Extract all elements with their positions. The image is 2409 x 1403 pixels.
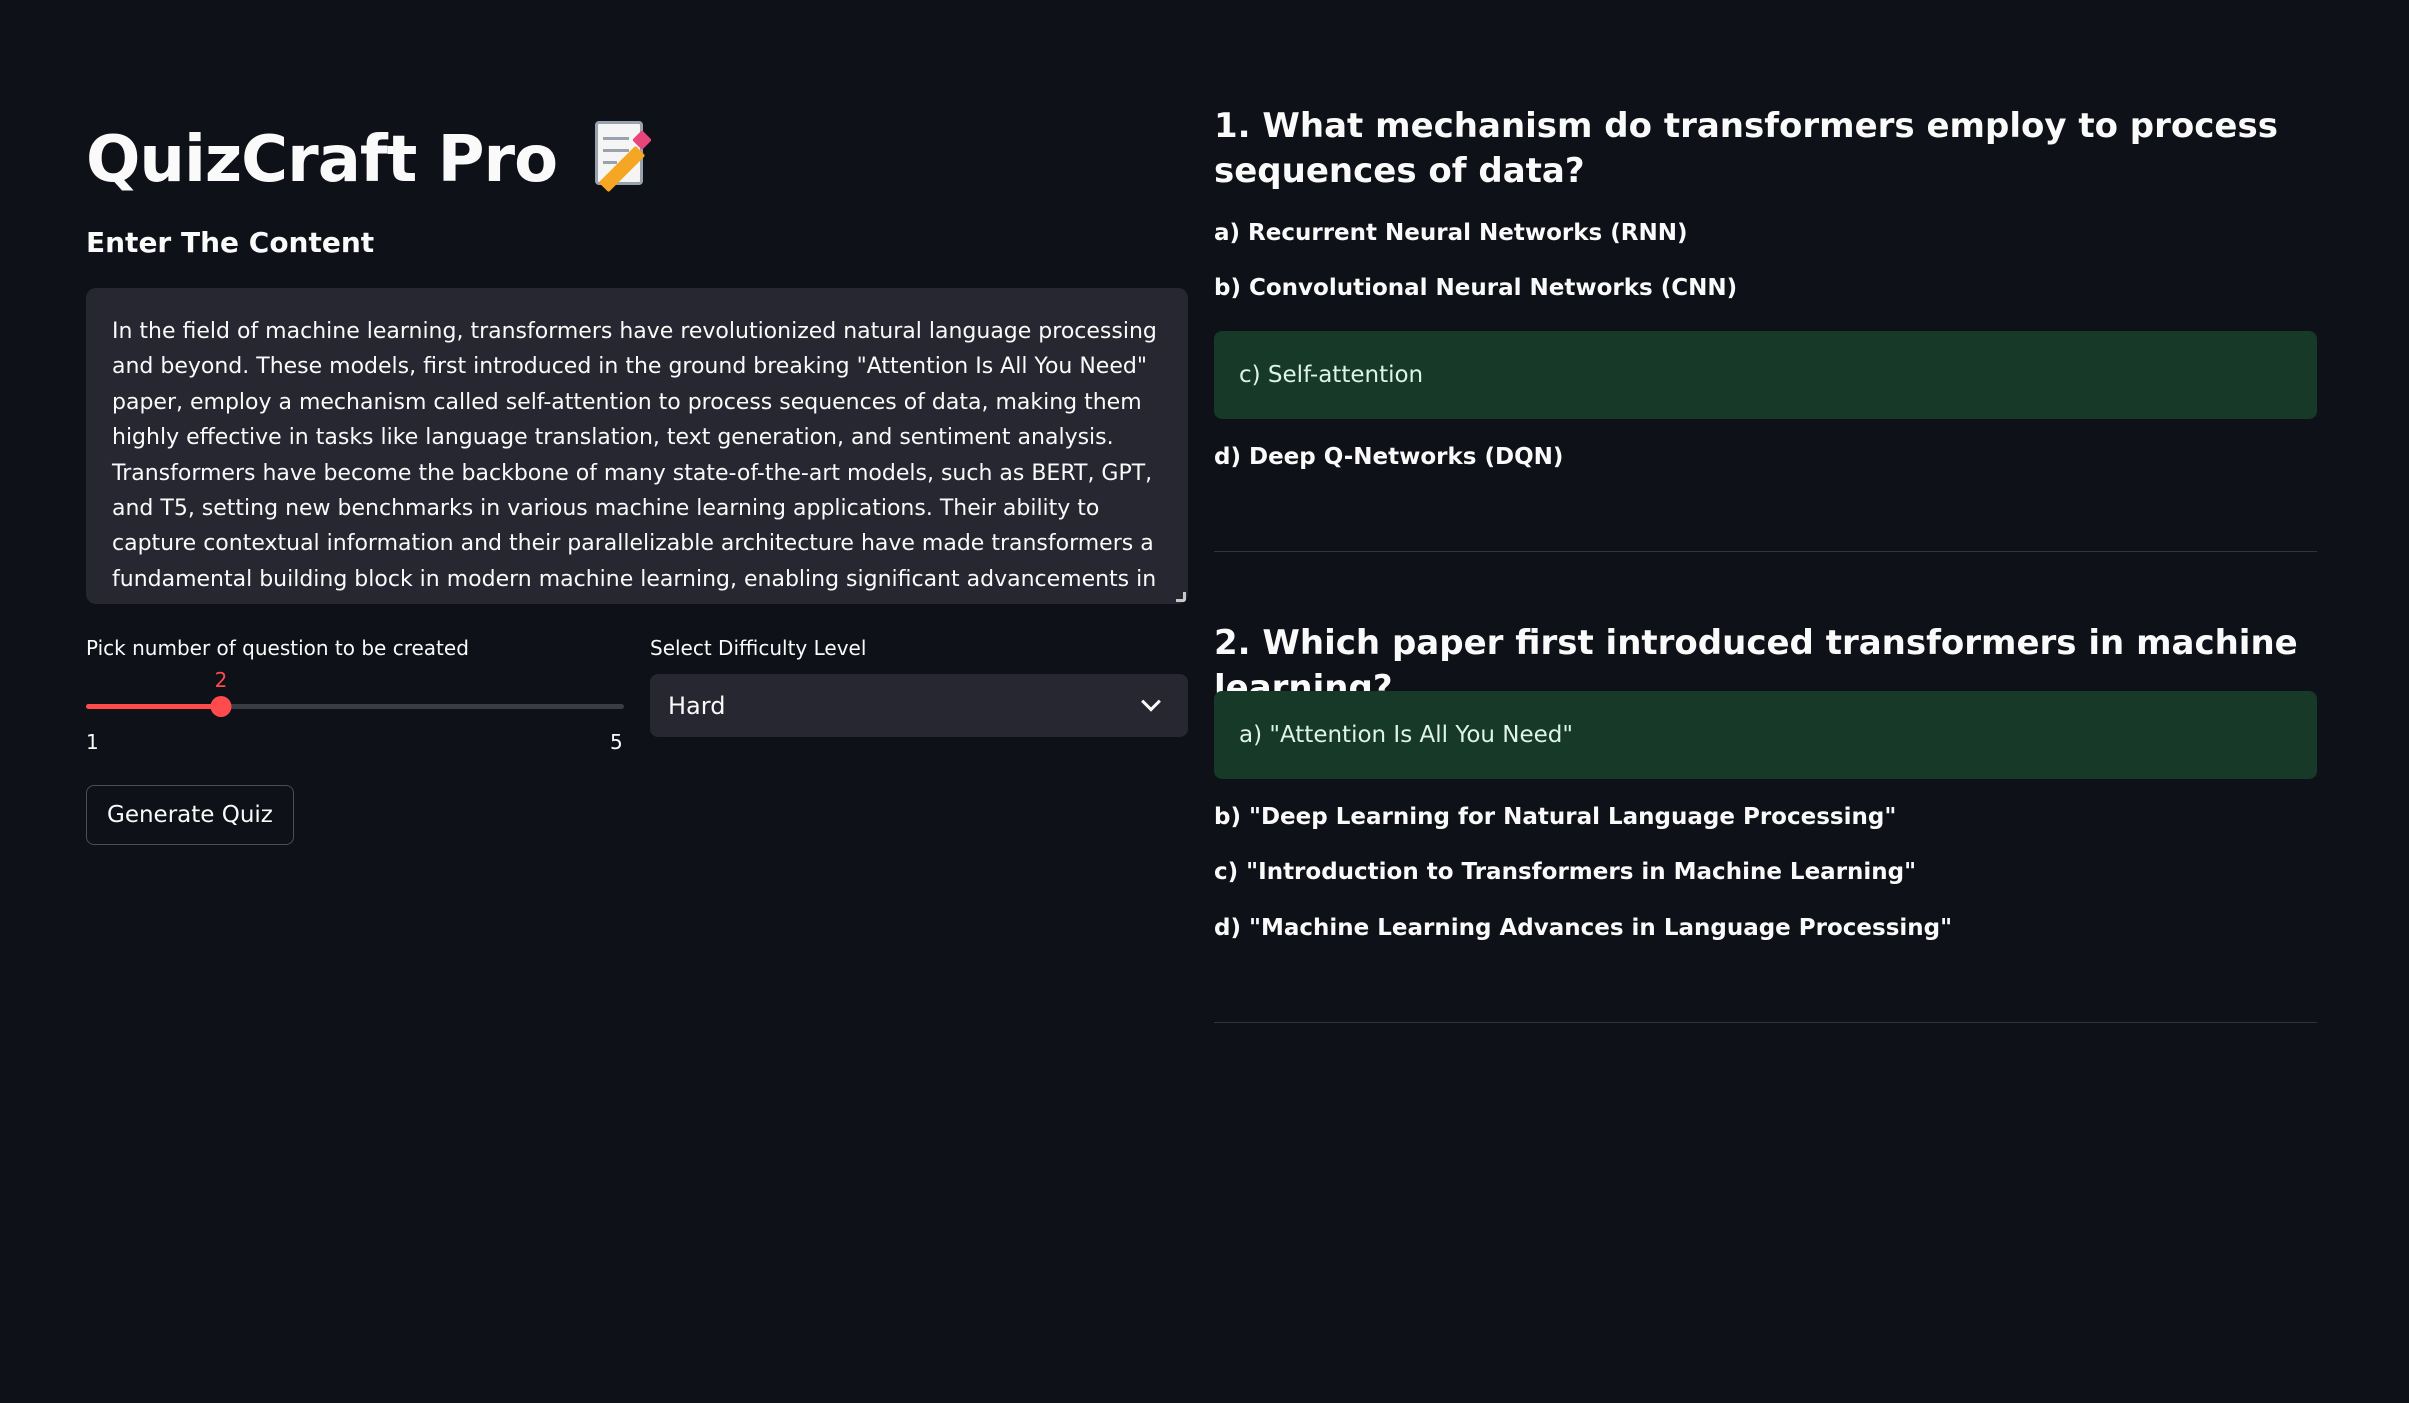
question-2-option-c: c) "Introduction to Transformers in Mach… bbox=[1214, 859, 1917, 885]
content-label: Enter The Content bbox=[86, 226, 375, 259]
question-1-text: 1. What mechanism do transformers employ… bbox=[1214, 106, 2278, 191]
content-textarea-text: In the field of machine learning, transf… bbox=[112, 319, 1157, 604]
question-2-option-b: b) "Deep Learning for Natural Language P… bbox=[1214, 804, 1897, 830]
slider-thumb[interactable] bbox=[210, 696, 232, 717]
question-1-option-d: d) Deep Q-Networks (DQN) bbox=[1214, 444, 1564, 470]
slider-value-label: 2 bbox=[214, 668, 228, 692]
slider-fill bbox=[86, 704, 221, 709]
question-count-slider[interactable] bbox=[86, 696, 624, 717]
slider-min-label: 1 bbox=[86, 730, 99, 754]
question-2-option-a: a) "Attention Is All You Need" bbox=[1239, 722, 1573, 748]
resize-handle-icon[interactable] bbox=[1176, 592, 1186, 602]
app-title-text: QuizCraft Pro bbox=[86, 123, 558, 197]
question-2-option-d: d) "Machine Learning Advances in Languag… bbox=[1214, 915, 1953, 941]
question-1-option-a: a) Recurrent Neural Networks (RNN) bbox=[1214, 220, 1688, 246]
memo-icon bbox=[589, 119, 652, 193]
question-1-option-c: c) Self-attention bbox=[1239, 362, 1424, 388]
question-1-option-b: b) Convolutional Neural Networks (CNN) bbox=[1214, 275, 1738, 301]
question-2-correct-answer: a) "Attention Is All You Need" bbox=[1214, 691, 2317, 779]
app-title: QuizCraft Pro bbox=[86, 112, 652, 208]
question-1-correct-answer: c) Self-attention bbox=[1214, 331, 2317, 419]
difficulty-selected-value: Hard bbox=[668, 691, 726, 720]
question-divider bbox=[1214, 551, 2317, 552]
chevron-down-icon bbox=[1141, 691, 1161, 712]
slider-max-label: 5 bbox=[610, 730, 623, 754]
question-count-label: Pick number of question to be created bbox=[86, 636, 469, 660]
content-textarea[interactable]: In the field of machine learning, transf… bbox=[86, 288, 1188, 604]
difficulty-label: Select Difficulty Level bbox=[650, 636, 867, 660]
question-divider bbox=[1214, 1022, 2317, 1023]
difficulty-select[interactable]: Hard bbox=[650, 674, 1188, 737]
generate-quiz-button[interactable]: Generate Quiz bbox=[86, 785, 294, 845]
